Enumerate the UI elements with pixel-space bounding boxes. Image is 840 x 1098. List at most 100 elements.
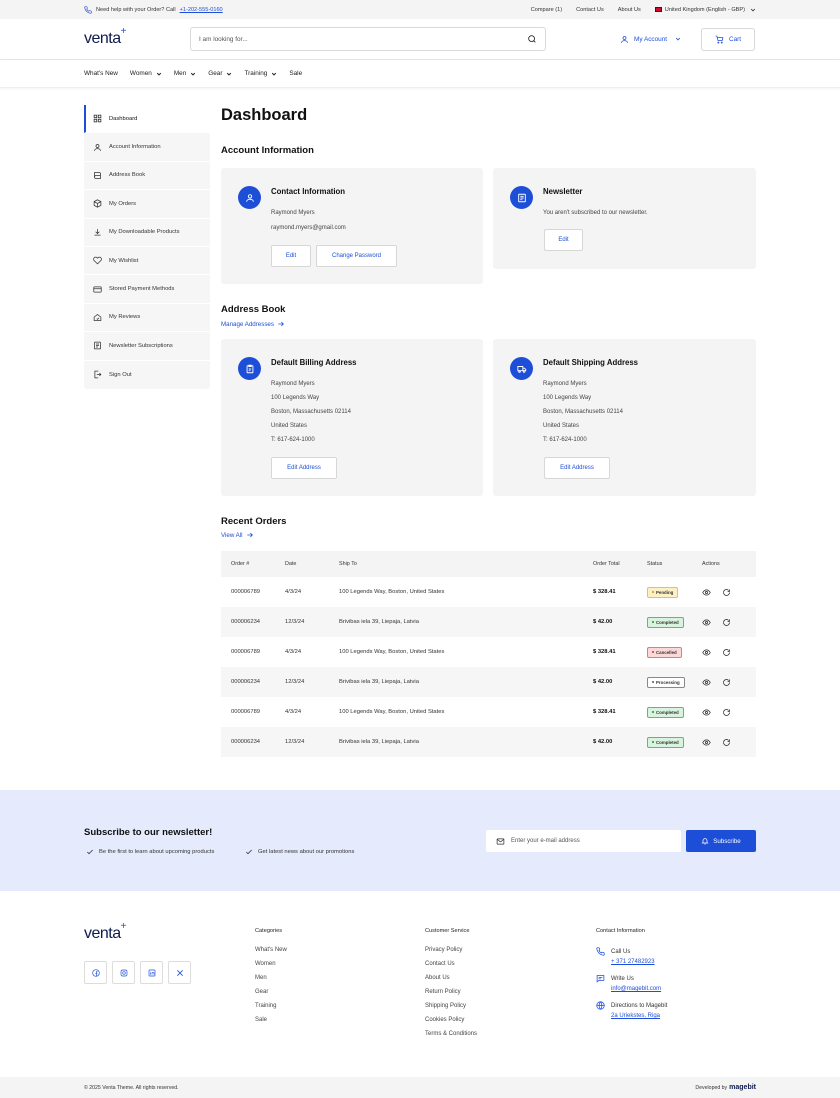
- footer-link[interactable]: Women: [255, 961, 287, 975]
- sidebar-item-my-orders[interactable]: My Orders: [84, 190, 210, 219]
- developed-by: Developed by magebit: [695, 1084, 756, 1091]
- reorder-icon[interactable]: [722, 678, 731, 687]
- footer-link[interactable]: Terms & Conditions: [425, 1031, 477, 1045]
- table-row: 000006234 12/3/24 Brivibas iela 39, Liepaj…: [221, 727, 756, 757]
- sidebar-item-dashboard[interactable]: Dashboard: [84, 105, 210, 134]
- reorder-icon[interactable]: [722, 648, 731, 657]
- about-link[interactable]: About Us: [618, 7, 641, 13]
- search-input[interactable]: I am looking for...: [190, 27, 546, 51]
- change-password-button[interactable]: Change Password: [316, 245, 397, 267]
- x-icon[interactable]: [168, 961, 191, 984]
- footer-link[interactable]: Gear: [255, 989, 287, 1003]
- nav-men[interactable]: Men: [174, 70, 196, 77]
- developer-logo[interactable]: magebit: [729, 1084, 756, 1091]
- eye-icon[interactable]: [702, 648, 711, 657]
- footer-link[interactable]: Return Policy: [425, 989, 477, 1003]
- sidebar-item-address-book[interactable]: Address Book: [84, 162, 210, 191]
- newsletter-email-input[interactable]: Enter your e-mail address: [486, 830, 681, 852]
- footer-link[interactable]: Contact Us: [425, 961, 477, 975]
- sidebar-item-account-information[interactable]: Account Information: [84, 133, 210, 162]
- order-number[interactable]: 000006234: [221, 739, 285, 745]
- eye-icon[interactable]: [702, 708, 711, 717]
- newsletter-title: Newsletter: [543, 187, 583, 196]
- reorder-icon[interactable]: [722, 588, 731, 597]
- cart-button[interactable]: Cart: [701, 27, 756, 51]
- contact-link[interactable]: Contact Us: [576, 7, 604, 13]
- footer-link[interactable]: Training: [255, 1003, 287, 1017]
- nav-sale[interactable]: Sale: [289, 70, 302, 77]
- call-label: Call Us: [611, 949, 631, 955]
- reorder-icon[interactable]: [722, 618, 731, 627]
- shipping-title: Default Shipping Address: [543, 358, 639, 367]
- sidebar-item-downloadable-products[interactable]: My Downloadable Products: [84, 219, 210, 247]
- shipping-line: Boston, Massachusetts 02114: [543, 409, 623, 415]
- edit-newsletter-button[interactable]: Edit: [544, 229, 583, 251]
- box-icon: [93, 199, 102, 209]
- reorder-icon[interactable]: [722, 738, 731, 747]
- search-icon[interactable]: [527, 34, 537, 44]
- order-number[interactable]: 000006789: [221, 709, 285, 715]
- newsletter-band-title: Subscribe to our newsletter!: [84, 827, 213, 838]
- book-icon: [93, 171, 102, 180]
- mail-icon: [496, 837, 505, 846]
- edit-billing-address-button[interactable]: Edit Address: [271, 457, 337, 479]
- order-number[interactable]: 000006789: [221, 589, 285, 595]
- directions-link[interactable]: 2a Uriekstes, Riga: [611, 1013, 660, 1019]
- order-number[interactable]: 000006234: [221, 679, 285, 685]
- help-phone-link[interactable]: +1-202-555-0160: [180, 7, 223, 13]
- footer: venta + Categories What's New Women Men G…: [0, 891, 840, 1077]
- email-link[interactable]: info@magebit.com: [611, 986, 661, 992]
- eye-icon[interactable]: [702, 678, 711, 687]
- logo[interactable]: venta +: [84, 26, 190, 48]
- uk-flag-icon: [654, 7, 662, 12]
- sidebar-item-reviews[interactable]: My Reviews: [84, 304, 210, 333]
- order-actions: [702, 678, 756, 687]
- eye-icon[interactable]: [702, 738, 711, 747]
- edit-contact-button[interactable]: Edit: [271, 245, 311, 267]
- order-actions: [702, 738, 756, 747]
- contact-icon: [238, 186, 261, 209]
- nav-training[interactable]: Training: [244, 70, 277, 77]
- reorder-icon[interactable]: [722, 708, 731, 717]
- footer-column-title: Customer Service: [425, 928, 470, 934]
- view-all-orders-link[interactable]: View All: [221, 531, 254, 539]
- footer-link[interactable]: Cookies Policy: [425, 1017, 477, 1031]
- grid-icon: [93, 114, 102, 123]
- eye-icon[interactable]: [702, 588, 711, 597]
- manage-addresses-link[interactable]: Manage Addresses: [221, 320, 285, 328]
- order-number[interactable]: 000006789: [221, 649, 285, 655]
- check-icon: [86, 848, 94, 856]
- nav-whats-new[interactable]: What's New: [84, 70, 118, 77]
- instagram-icon[interactable]: [112, 961, 135, 984]
- footer-link[interactable]: About Us: [425, 975, 477, 989]
- compare-link[interactable]: Compare (1): [531, 7, 562, 13]
- order-date: 4/3/24: [285, 589, 302, 595]
- sidebar-item-wishlist[interactable]: My Wishlist: [84, 247, 210, 276]
- footer-link[interactable]: Men: [255, 975, 287, 989]
- footer-link[interactable]: Privacy Policy: [425, 947, 477, 961]
- order-number[interactable]: 000006234: [221, 619, 285, 625]
- nav-gear[interactable]: Gear: [208, 70, 232, 77]
- sidebar-item-newsletter[interactable]: Newsletter Subscriptions: [84, 332, 210, 361]
- nav-women[interactable]: Women: [130, 70, 162, 77]
- locale-switcher[interactable]: United Kingdom (English - GBP): [654, 7, 756, 13]
- subscribe-button[interactable]: Subscribe: [686, 830, 756, 852]
- footer-logo[interactable]: venta +: [84, 921, 190, 943]
- sidebar-item-payment-methods[interactable]: Stored Payment Methods: [84, 275, 210, 304]
- my-account-menu[interactable]: My Account: [620, 35, 681, 44]
- order-ship-to: Brivibas iela 39, Liepaja, Latvia: [339, 739, 419, 745]
- logo-text: venta: [84, 925, 121, 942]
- footer-link[interactable]: Shipping Policy: [425, 1003, 477, 1017]
- order-status-cell: Completed: [647, 736, 702, 748]
- call-link[interactable]: + 371 27482923: [611, 959, 655, 965]
- edit-shipping-address-button[interactable]: Edit Address: [544, 457, 610, 479]
- billing-address-card: Default Billing Address Raymond Myers 10…: [221, 339, 483, 496]
- facebook-icon[interactable]: [84, 961, 107, 984]
- sidebar-item-sign-out[interactable]: Sign Out: [84, 361, 210, 389]
- logo-plus-icon: +: [120, 921, 127, 932]
- footer-link[interactable]: What's New: [255, 947, 287, 961]
- footer-link[interactable]: Sale: [255, 1017, 287, 1031]
- linkedin-icon[interactable]: [140, 961, 163, 984]
- newsletter-band: Subscribe to our newsletter! Be the firs…: [0, 790, 840, 891]
- eye-icon[interactable]: [702, 618, 711, 627]
